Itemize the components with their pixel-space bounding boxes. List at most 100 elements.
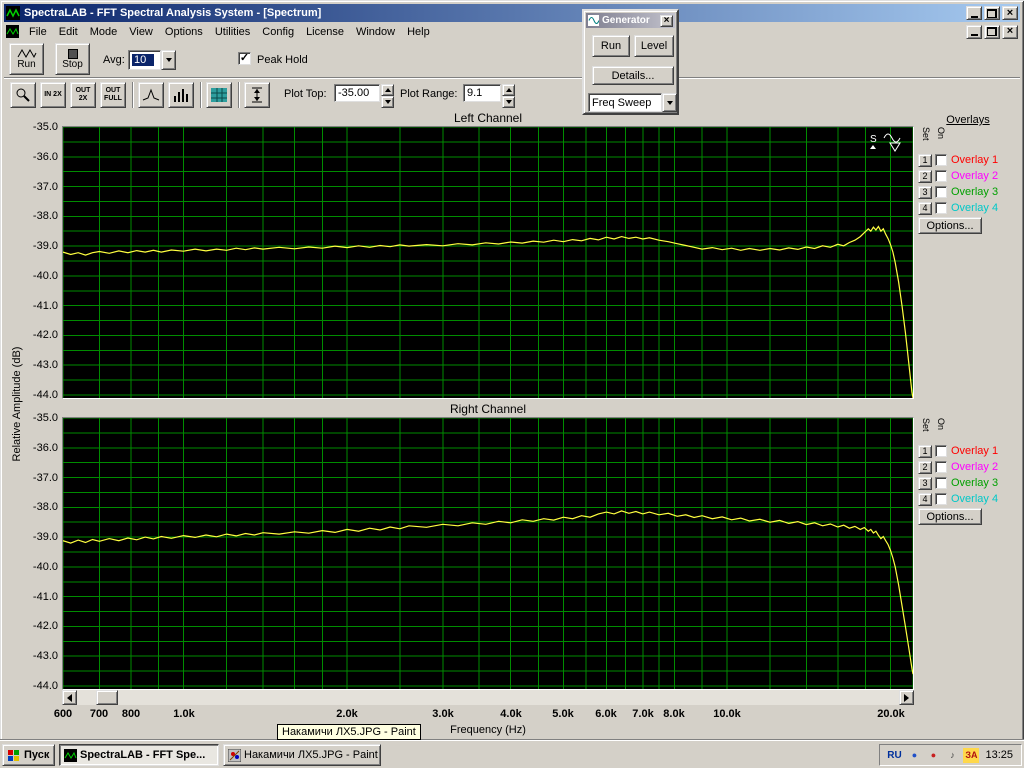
scroll-left-button[interactable] xyxy=(62,690,77,705)
menu-file[interactable]: File xyxy=(23,24,53,40)
spin-down-icon xyxy=(502,96,515,108)
overlay-on-checkbox-3[interactable] xyxy=(935,477,947,489)
peak-hold-checkbox[interactable]: ✓ xyxy=(238,52,251,65)
line-plot-button[interactable] xyxy=(138,82,164,108)
taskbar-tooltip: Накамичи ЛХ5.JPG - Paint xyxy=(277,724,421,740)
spectrogram-button[interactable] xyxy=(206,82,232,108)
plot-top-input[interactable]: -35.00 xyxy=(334,84,380,102)
options-button[interactable]: Options... xyxy=(918,508,982,525)
scroll-right-button[interactable] xyxy=(899,690,914,705)
generator-close-button[interactable]: × xyxy=(660,15,673,27)
zoom-out-2x-button[interactable]: OUT 2X xyxy=(70,82,96,108)
plot-range-input[interactable]: 9.1 xyxy=(463,84,501,102)
overlay-row: 3Overlay 3 xyxy=(918,475,998,491)
zoom-button[interactable] xyxy=(10,82,36,108)
overlay-row: 1Overlay 1 xyxy=(918,152,998,168)
volume-icon[interactable]: ♪ xyxy=(944,748,960,763)
generator-titlebar[interactable]: Generator × xyxy=(586,13,675,28)
y-tick-label: -35.0 xyxy=(33,412,58,424)
mdi-close-button[interactable]: × xyxy=(1002,25,1018,39)
menu-edit[interactable]: Edit xyxy=(53,24,84,40)
overlay-set-button-2[interactable]: 2 xyxy=(918,461,932,474)
options-button[interactable]: Options... xyxy=(918,217,982,234)
right-channel-plot[interactable] xyxy=(62,417,914,690)
overlay-on-checkbox-2[interactable] xyxy=(935,461,947,473)
line-plot-icon xyxy=(142,88,160,102)
overlay-set-button-1[interactable]: 1 xyxy=(918,445,932,458)
menu-options[interactable]: Options xyxy=(159,24,209,40)
overlay-set-button-1[interactable]: 1 xyxy=(918,154,932,167)
tray-icon-red[interactable]: ● xyxy=(925,748,941,763)
y-tick-label: -37.0 xyxy=(33,181,58,193)
overlay-label-4: Overlay 4 xyxy=(951,202,998,214)
x-tick-label: 800 xyxy=(122,708,140,720)
avg-label: Avg: xyxy=(103,54,125,66)
menu-utilities[interactable]: Utilities xyxy=(209,24,256,40)
run-button[interactable]: Run xyxy=(9,43,44,75)
mdi-minimize-button[interactable] xyxy=(966,25,982,39)
overlay-set-button-2[interactable]: 2 xyxy=(918,170,932,183)
punto-icon[interactable]: ЗА xyxy=(963,748,979,763)
generator-mode-dropdown[interactable]: Freq Sweep xyxy=(588,93,677,112)
autoscale-button[interactable] xyxy=(244,82,270,108)
overlay-set-button-3[interactable]: 3 xyxy=(918,186,932,199)
chevron-down-icon xyxy=(662,93,677,112)
generator-level-button[interactable]: Level xyxy=(634,35,674,57)
overlay-set-button-3[interactable]: 3 xyxy=(918,477,932,490)
avg-dropdown[interactable]: 10 xyxy=(128,50,176,70)
overlay-set-button-4[interactable]: 4 xyxy=(918,202,932,215)
menubar: FileEditModeViewOptionsUtilitiesConfigLi… xyxy=(4,22,1020,41)
scrollbar-thumb[interactable] xyxy=(96,690,118,705)
restore-button[interactable] xyxy=(984,6,1000,20)
stop-button[interactable]: Stop xyxy=(55,43,90,75)
zoom-out-full-button[interactable]: OUT FULL xyxy=(100,82,126,108)
task-button-spectralab[interactable]: SpectraLAB - FFT Spe... xyxy=(59,744,219,766)
horizontal-scrollbar[interactable] xyxy=(62,690,914,705)
menu-config[interactable]: Config xyxy=(256,24,300,40)
tray-icon-blue[interactable]: ● xyxy=(906,748,922,763)
generator-window[interactable]: Generator × Run Level Details... Freq Sw… xyxy=(582,9,679,115)
language-indicator[interactable]: RU xyxy=(885,748,903,763)
mdi-restore-button[interactable] xyxy=(984,25,1000,39)
y-tick-label: -42.0 xyxy=(33,620,58,632)
close-button[interactable]: × xyxy=(1002,6,1018,20)
generator-details-button[interactable]: Details... xyxy=(592,66,674,85)
overlay-on-checkbox-2[interactable] xyxy=(935,170,947,182)
generator-run-button[interactable]: Run xyxy=(592,35,630,57)
generator-mode-value: Freq Sweep xyxy=(592,97,651,109)
plot-range-spinner[interactable] xyxy=(502,84,515,102)
left-channel-plot[interactable] xyxy=(62,126,914,399)
cursor-marker-icons[interactable]: S xyxy=(868,131,910,156)
waveform-icon xyxy=(17,48,37,59)
menu-license[interactable]: License xyxy=(300,24,350,40)
x-tick-label: 6.0k xyxy=(595,708,616,720)
plot-top-spinner[interactable] xyxy=(381,84,394,102)
spectrum-doc-icon[interactable] xyxy=(6,25,19,38)
x-tick-label: 4.0k xyxy=(500,708,521,720)
task-button-paint[interactable]: Накамичи ЛХ5.JPG - Paint xyxy=(223,744,381,766)
bar-plot-button[interactable] xyxy=(168,82,194,108)
minimize-button[interactable] xyxy=(966,6,982,20)
y-tick-label: -40.0 xyxy=(33,270,58,282)
overlay-on-checkbox-4[interactable] xyxy=(935,493,947,505)
menu-mode[interactable]: Mode xyxy=(84,24,124,40)
y-tick-label: -39.0 xyxy=(33,240,58,252)
overlay-set-button-4[interactable]: 4 xyxy=(918,493,932,506)
menu-window[interactable]: Window xyxy=(350,24,401,40)
vertical-scale-icon xyxy=(251,87,263,103)
taskbar: Пуск SpectraLAB - FFT Spe... Накамичи ЛХ… xyxy=(0,740,1024,768)
x-tick-label: 2.0k xyxy=(336,708,357,720)
overlay-label-3: Overlay 3 xyxy=(951,186,998,198)
menu-view[interactable]: View xyxy=(123,24,159,40)
zoom-in-2x-button[interactable]: IN 2X xyxy=(40,82,66,108)
x-tick-label: 20.0k xyxy=(877,708,905,720)
overlay-on-checkbox-4[interactable] xyxy=(935,202,947,214)
overlay-on-checkbox-1[interactable] xyxy=(935,154,947,166)
menu-help[interactable]: Help xyxy=(401,24,436,40)
y-tick-label: -40.0 xyxy=(33,561,58,573)
start-button[interactable]: Пуск xyxy=(2,744,55,766)
overlay-on-checkbox-3[interactable] xyxy=(935,186,947,198)
overlay-on-checkbox-1[interactable] xyxy=(935,445,947,457)
right-y-axis: -35.0-36.0-37.0-38.0-39.0-40.0-41.0-42.0… xyxy=(18,418,60,689)
y-tick-label: -38.0 xyxy=(33,210,58,222)
